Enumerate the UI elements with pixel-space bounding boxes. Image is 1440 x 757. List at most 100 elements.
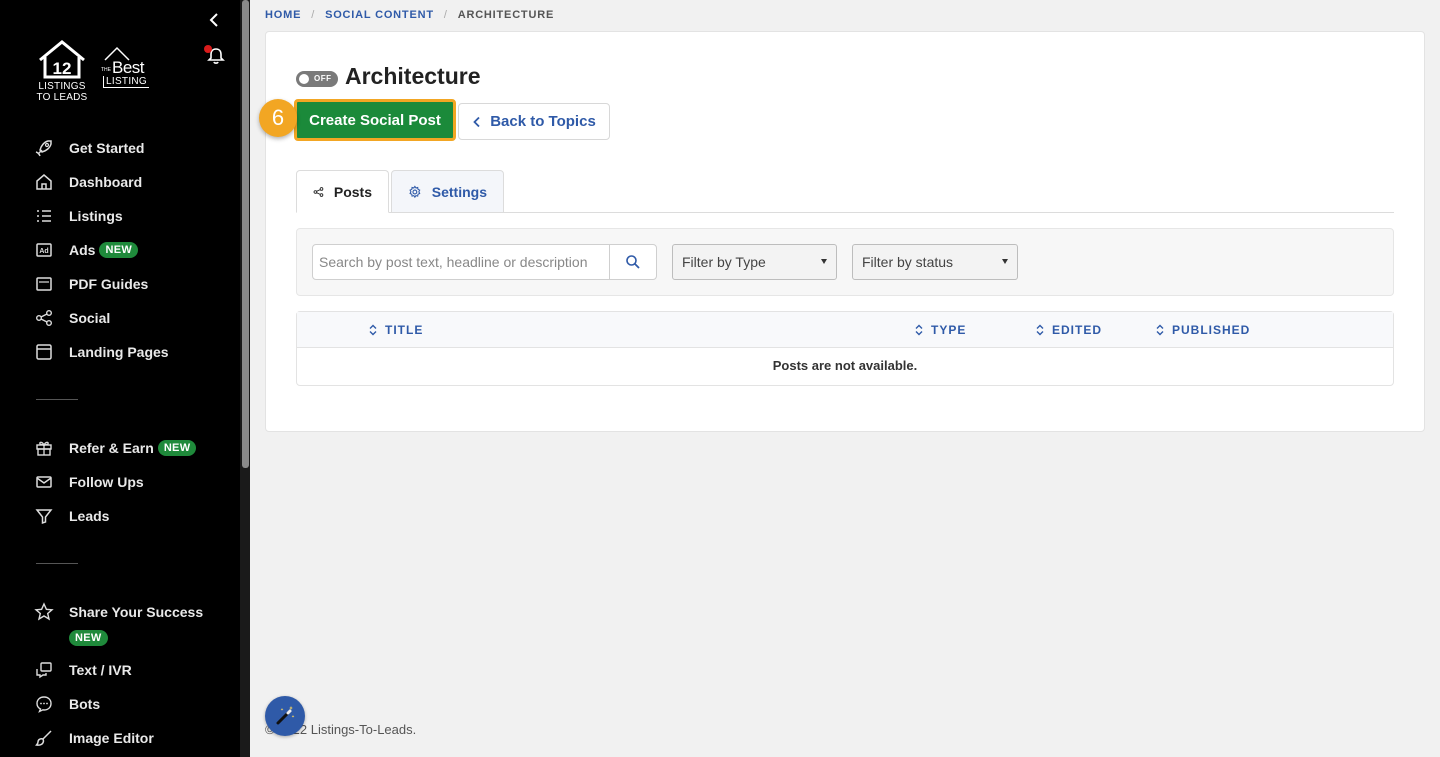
star-icon — [34, 602, 56, 622]
breadcrumb-separator: / — [443, 9, 448, 21]
chevron-left-icon — [209, 13, 218, 27]
sort-icon — [1156, 324, 1164, 336]
search-icon — [626, 255, 640, 269]
sidebar-item-label: Text / IVR — [69, 662, 132, 678]
house-logo-icon: 12 — [39, 40, 85, 79]
table-header-row: TITLE TYPE EDITED PUBLISHED — [297, 312, 1393, 348]
column-header-published[interactable]: PUBLISHED — [1156, 323, 1250, 337]
sidebar-item-pdf-guides[interactable]: PDF Guides — [34, 272, 148, 296]
logo-best-word: Best — [112, 58, 145, 77]
create-social-post-label: Create Social Post — [309, 111, 441, 129]
svg-text:Ad: Ad — [39, 248, 48, 255]
tab-settings-label: Settings — [431, 183, 487, 200]
breadcrumb-home-link[interactable]: HOME — [265, 9, 301, 21]
sidebar-item-label: Image Editor — [69, 730, 154, 746]
posts-table: TITLE TYPE EDITED PUBLISHED Posts are no… — [296, 311, 1394, 386]
new-badge: NEW — [157, 440, 197, 456]
sidebar-item-text-ivr[interactable]: Text / IVR — [34, 658, 132, 682]
the-best-listing-logo[interactable]: THE Best LISTING — [99, 46, 155, 92]
sidebar-item-label: Leads — [69, 508, 110, 524]
toggle-knob — [299, 74, 309, 84]
column-header-label: PUBLISHED — [1172, 323, 1251, 337]
status-filter-value: Filter by status — [862, 254, 954, 270]
list-icon — [34, 206, 56, 226]
chat-icon — [34, 660, 56, 680]
bot-icon — [34, 694, 56, 714]
breadcrumb: HOME / SOCIAL CONTENT / ARCHITECTURE — [265, 9, 554, 21]
breadcrumb-separator: / — [311, 9, 316, 21]
sidebar-item-bots[interactable]: Bots — [34, 692, 100, 716]
logo-number: 12 — [53, 59, 72, 78]
tab-settings[interactable]: Settings — [391, 170, 504, 213]
share-icon — [313, 186, 324, 197]
sidebar: 12 LISTINGS TO LEADS THE Best LISTING Ge… — [0, 0, 250, 757]
chevron-left-icon — [473, 116, 480, 127]
type-filter-select[interactable]: Filter by Type — [672, 244, 837, 280]
ad-icon: Ad — [34, 240, 56, 260]
breadcrumb-social-content-link[interactable]: SOCIAL CONTENT — [325, 9, 434, 21]
collapse-sidebar-button[interactable] — [206, 11, 224, 29]
notifications-button[interactable] — [204, 45, 225, 65]
sidebar-item-label: Share Your Success — [69, 604, 204, 620]
sidebar-item-label: Get Started — [69, 140, 145, 156]
toggle-label: OFF — [314, 74, 332, 83]
page-title: Architecture — [345, 63, 481, 89]
breadcrumb-current: ARCHITECTURE — [457, 9, 555, 21]
sidebar-scrollbar-thumb[interactable] — [242, 0, 249, 468]
empty-table-message: Posts are not available. — [772, 358, 918, 373]
topic-active-toggle[interactable]: OFF — [296, 71, 338, 87]
logo-main-text: LISTINGS TO LEADS — [36, 81, 88, 103]
type-filter-value: Filter by Type — [682, 254, 766, 270]
sidebar-item-label: Dashboard — [69, 174, 143, 190]
sidebar-divider — [36, 399, 78, 400]
sort-icon — [1036, 324, 1044, 336]
tab-posts-label: Posts — [333, 183, 372, 200]
column-header-title[interactable]: TITLE — [369, 323, 423, 337]
magic-wand-button[interactable] — [265, 696, 305, 736]
column-header-edited[interactable]: EDITED — [1036, 323, 1102, 337]
sidebar-item-share-your-success[interactable]: Share Your Success — [34, 600, 203, 624]
sidebar-item-label: Listings — [69, 208, 123, 224]
column-header-label: TITLE — [385, 323, 424, 337]
pdf-icon — [34, 274, 56, 294]
notification-dot — [204, 45, 212, 53]
tab-posts[interactable]: Posts — [296, 170, 389, 213]
rocket-icon — [34, 138, 56, 158]
sidebar-item-label: Ads — [69, 242, 96, 258]
sort-icon — [369, 324, 377, 336]
sidebar-divider — [36, 563, 78, 564]
logo-best-the: THE — [101, 67, 111, 73]
search-button[interactable] — [609, 244, 657, 280]
home-icon — [34, 172, 56, 192]
sidebar-item-ads[interactable]: Ad Ads NEW — [34, 238, 139, 262]
window-icon — [34, 342, 56, 362]
sidebar-item-label: Follow Ups — [69, 474, 144, 490]
sidebar-item-refer-earn[interactable]: Refer & Earn NEW — [34, 436, 197, 460]
share-icon — [34, 308, 56, 328]
back-to-topics-button[interactable]: Back to Topics — [458, 103, 610, 140]
column-header-type[interactable]: TYPE — [915, 323, 966, 337]
sidebar-item-image-editor[interactable]: Image Editor — [34, 726, 154, 750]
step-number-badge: 6 — [259, 99, 297, 137]
brush-icon — [34, 728, 56, 748]
sidebar-item-get-started[interactable]: Get Started — [34, 136, 144, 160]
sidebar-item-label: PDF Guides — [69, 276, 149, 292]
sidebar-item-label: Refer & Earn — [69, 440, 154, 456]
magic-wand-icon — [276, 706, 295, 725]
sidebar-item-dashboard[interactable]: Dashboard — [34, 170, 142, 194]
sidebar-scrollbar[interactable] — [240, 0, 250, 757]
sidebar-item-social[interactable]: Social — [34, 306, 110, 330]
filter-icon — [34, 506, 56, 526]
column-header-label: TYPE — [931, 323, 967, 337]
dropdown-arrow-icon — [1002, 259, 1008, 264]
search-input[interactable] — [312, 244, 610, 280]
sidebar-item-leads[interactable]: Leads — [34, 504, 109, 528]
column-header-label: EDITED — [1052, 323, 1103, 337]
create-social-post-button[interactable]: Create Social Post — [294, 99, 456, 141]
status-filter-select[interactable]: Filter by status — [852, 244, 1018, 280]
sidebar-item-landing-pages[interactable]: Landing Pages — [34, 340, 169, 364]
listings-to-leads-logo[interactable]: 12 LISTINGS TO LEADS — [34, 40, 90, 104]
sidebar-item-follow-ups[interactable]: Follow Ups — [34, 470, 144, 494]
sidebar-item-listings[interactable]: Listings — [34, 204, 123, 228]
sidebar-item-label: Social — [69, 310, 111, 326]
